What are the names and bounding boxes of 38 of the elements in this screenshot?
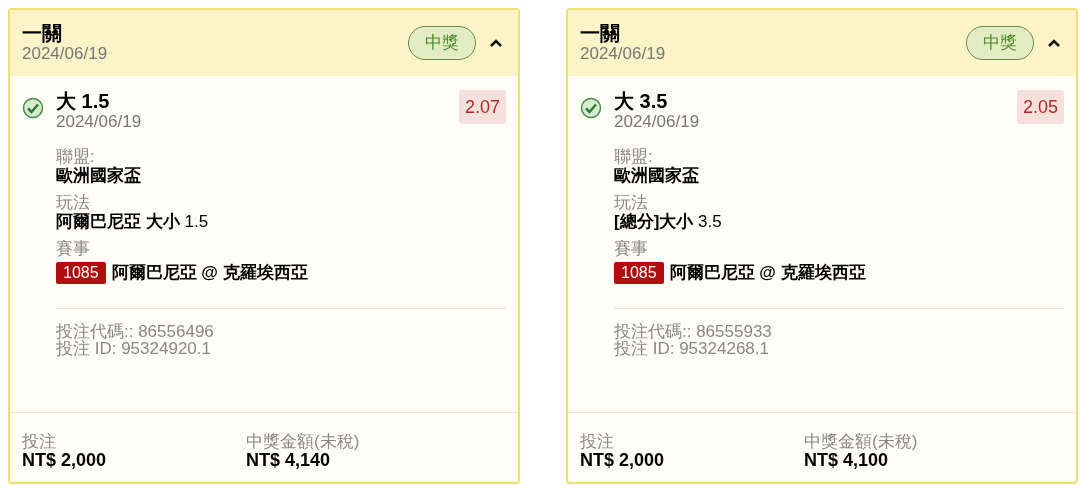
market-name: [總分]大小 3.5 (614, 212, 723, 232)
event-code-badge: 1085 (614, 261, 664, 284)
bet-id: 投注 ID: 95324268.1 (614, 339, 770, 357)
event-label: 賽事 (56, 240, 91, 258)
bet-id: 投注 ID: 95324920.1 (56, 339, 212, 357)
event-name: 阿爾巴尼亞 @ 克羅埃西亞 (111, 262, 308, 284)
status-badge: 中獎 (408, 26, 476, 60)
stake-label: 投注 (580, 433, 615, 450)
bet-code: 投注代碼:: 86556496 (56, 322, 215, 340)
stake-label: 投注 (22, 433, 57, 450)
selection-date: 2024/06/19 (56, 112, 143, 132)
bet-type-title: 一關 (580, 22, 621, 44)
odds-value: 2.05 (1016, 90, 1064, 124)
event-name: 阿爾巴尼亞 @ 克羅埃西亞 (669, 262, 866, 284)
league-label: 聯盟: (56, 148, 96, 166)
header-date: 2024/06/19 (580, 44, 666, 64)
league-label: 聯盟: (614, 148, 654, 166)
stake-amount: NT$ 2,000 (22, 450, 108, 470)
event-label: 賽事 (614, 240, 649, 258)
stake-amount: NT$ 2,000 (580, 450, 666, 470)
payout-amount: NT$ 4,100 (804, 450, 890, 470)
selection-name: 大 1.5 (56, 90, 111, 112)
odds-value: 2.07 (458, 90, 506, 124)
market-name: 阿爾巴尼亞 大小 1.5 (56, 212, 210, 232)
selection-date: 2024/06/19 (614, 112, 701, 132)
event-code-badge: 1085 (56, 261, 106, 284)
payout-label: 中獎金額(未稅) (246, 433, 360, 450)
bet-type-title: 一關 (22, 22, 63, 44)
league-name: 歐洲國家盃 (614, 166, 700, 186)
bet-code: 投注代碼:: 86555933 (614, 322, 773, 340)
market-label: 玩法 (56, 194, 91, 212)
payout-amount: NT$ 4,140 (246, 450, 332, 470)
league-name: 歐洲國家盃 (56, 166, 142, 186)
market-label: 玩法 (614, 194, 649, 212)
payout-label: 中獎金額(未稅) (804, 433, 918, 450)
status-badge: 中獎 (966, 26, 1034, 60)
header-date: 2024/06/19 (22, 44, 108, 64)
selection-name: 大 3.5 (614, 90, 669, 112)
